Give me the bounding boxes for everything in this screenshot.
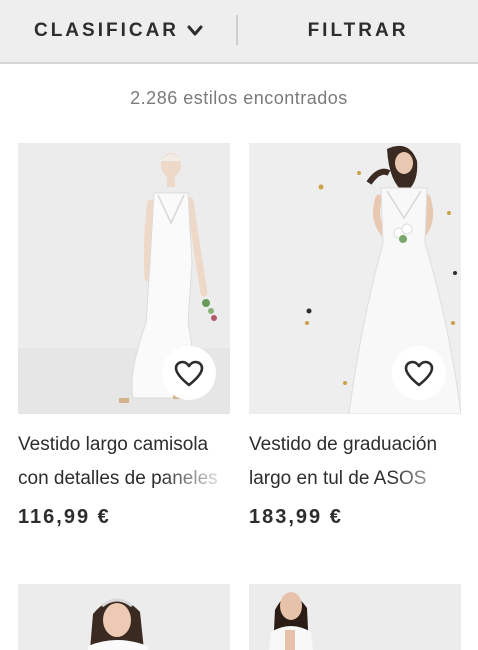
- results-count: 2.286 estilos encontrados: [130, 88, 348, 108]
- add-to-favorites-button[interactable]: [392, 346, 446, 400]
- chevron-down-icon: [187, 25, 203, 36]
- product-price: 183,99 €: [249, 506, 343, 528]
- heart-outline-icon: [174, 360, 204, 386]
- product-name-line-1: Vestido largo camisola: [18, 434, 209, 455]
- add-to-favorites-button[interactable]: [162, 346, 216, 400]
- product-image[interactable]: [18, 584, 230, 650]
- product-name[interactable]: Vestido de graduación largo en tul de AS…: [249, 428, 461, 496]
- filter-label: FILTRAR: [307, 20, 409, 41]
- product-card[interactable]: [249, 584, 461, 650]
- product-name-line-2: con detalles de paneles: [18, 462, 230, 496]
- product-price: 116,99 €: [18, 506, 111, 528]
- product-card[interactable]: Vestido largo camisola con detalles de p…: [18, 143, 230, 543]
- filter-button[interactable]: FILTRAR: [238, 0, 478, 62]
- product-name-line-1: Vestido de graduación: [249, 434, 438, 455]
- sort-filter-bar: CLASIFICAR FILTRAR: [0, 0, 478, 64]
- product-card[interactable]: Vestido de graduación largo en tul de AS…: [249, 143, 461, 543]
- product-name-line-2: largo en tul de ASOS: [249, 462, 461, 496]
- product-name[interactable]: Vestido largo camisola con detalles de p…: [18, 428, 230, 496]
- sort-label: CLASIFICAR: [33, 20, 180, 41]
- sort-button[interactable]: CLASIFICAR: [0, 0, 237, 62]
- product-card[interactable]: [18, 584, 230, 650]
- product-image[interactable]: [249, 584, 461, 650]
- heart-outline-icon: [404, 360, 434, 386]
